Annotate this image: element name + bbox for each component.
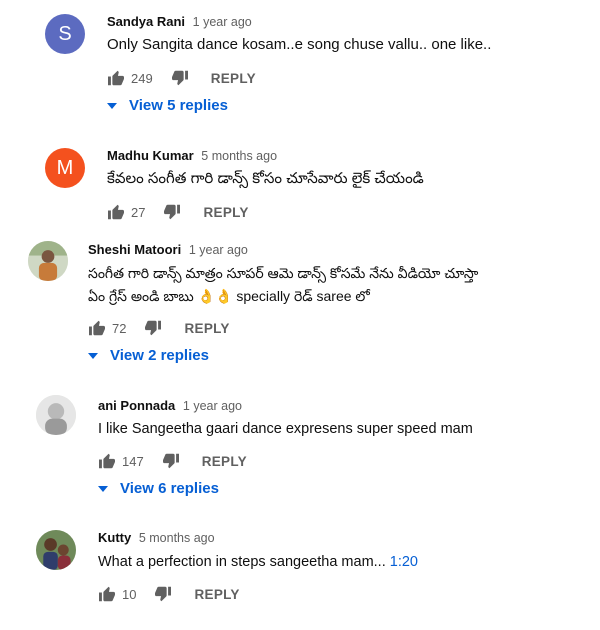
comment-time[interactable]: 5 months ago bbox=[201, 149, 277, 163]
author-name[interactable]: ani Ponnada bbox=[98, 398, 175, 413]
thumb-up-icon[interactable] bbox=[107, 204, 125, 220]
comment-time[interactable]: 1 year ago bbox=[189, 243, 248, 257]
thumb-down-icon[interactable] bbox=[162, 453, 180, 469]
like-count: 249 bbox=[131, 70, 153, 86]
author-name[interactable]: Sandya Rani bbox=[107, 14, 185, 29]
thumb-down-icon[interactable] bbox=[171, 70, 189, 86]
reply-button[interactable]: REPLY bbox=[203, 205, 248, 220]
avatar[interactable]: S bbox=[45, 14, 85, 54]
author-name[interactable]: Kutty bbox=[98, 530, 131, 545]
avatar[interactable]: M bbox=[45, 148, 85, 188]
caret-down-icon bbox=[98, 485, 108, 492]
comment-header: Sandya Rani 1 year ago bbox=[107, 14, 252, 29]
timestamp-link[interactable]: 1:20 bbox=[390, 554, 418, 570]
avatar[interactable] bbox=[28, 241, 68, 281]
comment-text: I like Sangeetha gaari dance expresens s… bbox=[98, 421, 473, 437]
thumb-up-icon[interactable] bbox=[98, 586, 116, 602]
comment-header: ani Ponnada 1 year ago bbox=[98, 398, 242, 413]
author-name[interactable]: Madhu Kumar bbox=[107, 148, 194, 163]
reply-button[interactable]: REPLY bbox=[211, 71, 256, 86]
comment-thread: S Sandya Rani 1 year ago Only Sangita da… bbox=[0, 0, 600, 130]
view-replies-button[interactable]: View 2 replies bbox=[88, 347, 209, 364]
profile-photo bbox=[36, 530, 76, 570]
comment-thread: M Madhu Kumar 5 months ago కేవలం సంగీత గ… bbox=[0, 135, 600, 235]
view-replies-label: View 2 replies bbox=[110, 347, 209, 364]
comment-text: Only Sangita dance kosam..e song chuse v… bbox=[107, 36, 492, 53]
profile-photo bbox=[36, 395, 76, 435]
caret-down-icon bbox=[107, 102, 117, 109]
like-count: 147 bbox=[122, 453, 144, 469]
thumb-up-icon[interactable] bbox=[107, 70, 125, 86]
view-replies-button[interactable]: View 6 replies bbox=[98, 480, 219, 497]
comment-actions: 72 REPLY bbox=[88, 318, 230, 338]
comment-time[interactable]: 1 year ago bbox=[183, 399, 242, 413]
avatar[interactable] bbox=[36, 395, 76, 435]
comment-header: Kutty 5 months ago bbox=[98, 530, 215, 545]
like-count: 10 bbox=[122, 586, 137, 602]
reply-button[interactable]: REPLY bbox=[202, 454, 247, 469]
like-count: 72 bbox=[112, 320, 127, 336]
reply-button[interactable]: REPLY bbox=[184, 321, 229, 336]
view-replies-label: View 5 replies bbox=[129, 97, 228, 114]
comment-actions: 27 REPLY bbox=[107, 202, 249, 222]
comment-time[interactable]: 1 year ago bbox=[193, 15, 252, 29]
reply-button[interactable]: REPLY bbox=[194, 587, 239, 602]
comment-text-line-2: ఏం గ్రేస్ అండి బాబు 👌👌 specially రెడ్ sa… bbox=[88, 288, 370, 304]
comment-text: కేవలం సంగీత గారి డాన్స్ కోసం చూసేవారు లై… bbox=[107, 170, 424, 187]
avatar[interactable] bbox=[36, 530, 76, 570]
comment-actions: 249 REPLY bbox=[107, 68, 256, 88]
author-name[interactable]: Sheshi Matoori bbox=[88, 242, 181, 257]
comment-text-line-1: సంగీత గారి డాన్స్ మాత్రం సూపర్ ఆమె డాన్స… bbox=[88, 265, 479, 281]
comment-header: Madhu Kumar 5 months ago bbox=[107, 148, 277, 163]
thumb-up-icon[interactable] bbox=[88, 320, 106, 336]
comment-actions: 10 REPLY bbox=[98, 584, 240, 604]
comment-body: What a perfection in steps sangeetha mam… bbox=[98, 554, 390, 570]
view-replies-button[interactable]: View 5 replies bbox=[107, 97, 228, 114]
comment-text: What a perfection in steps sangeetha mam… bbox=[98, 551, 418, 573]
comment-header: Sheshi Matoori 1 year ago bbox=[88, 242, 248, 257]
comment-thread: ani Ponnada 1 year ago I like Sangeetha … bbox=[0, 390, 600, 515]
like-count: 27 bbox=[131, 204, 146, 220]
comment-actions: 147 REPLY bbox=[98, 451, 247, 471]
comment-thread: Sheshi Matoori 1 year ago సంగీత గారి డాన… bbox=[0, 235, 600, 375]
thumb-up-icon[interactable] bbox=[98, 453, 116, 469]
profile-photo bbox=[28, 241, 68, 281]
caret-down-icon bbox=[88, 352, 98, 359]
thumb-down-icon[interactable] bbox=[154, 586, 172, 602]
thumb-down-icon[interactable] bbox=[163, 204, 181, 220]
avatar-letter: M bbox=[56, 156, 74, 179]
comment-time[interactable]: 5 months ago bbox=[139, 531, 215, 545]
thumb-down-icon[interactable] bbox=[144, 320, 162, 336]
view-replies-label: View 6 replies bbox=[120, 480, 219, 497]
avatar-letter: S bbox=[58, 22, 72, 45]
comment-thread: Kutty 5 months ago What a perfection in … bbox=[0, 520, 600, 630]
